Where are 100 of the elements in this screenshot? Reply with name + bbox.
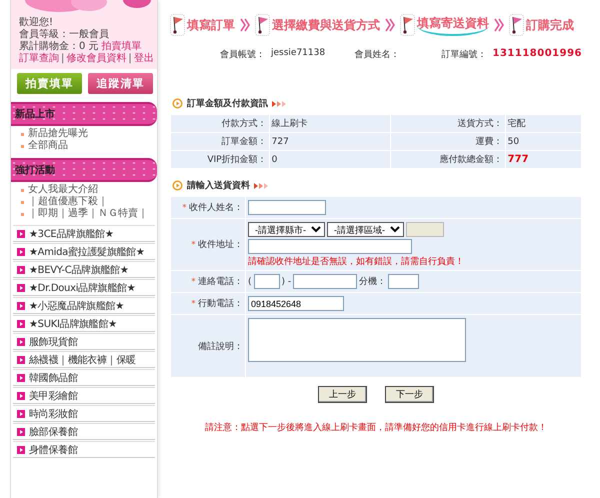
phone-number-field[interactable]: [293, 274, 358, 289]
shop-category-link[interactable]: ★BEVY-C品牌旗艦館★: [29, 262, 129, 276]
order-number-label: 訂單編號：: [442, 48, 486, 61]
required-mark: ＊: [189, 240, 198, 250]
step-button[interactable]: 下一步: [385, 386, 434, 403]
summary-label: 付款方式：: [170, 114, 270, 132]
arrow-bullet-icon: [17, 356, 25, 364]
play-circle-icon: [172, 180, 183, 191]
section-title: 請輸入送貨資料: [187, 179, 250, 192]
greeting-text: 歡迎您!: [19, 17, 54, 28]
area-code-field[interactable]: [254, 274, 280, 289]
parenthesis-text: ) -: [282, 276, 292, 286]
sidebar-link[interactable]: 女人我最大介紹: [28, 184, 98, 196]
summary-value: 727: [269, 132, 390, 150]
remarks-textarea[interactable]: [248, 318, 466, 362]
arrow-bullet-icon: [17, 410, 25, 418]
arrow-bullet-icon: [17, 320, 25, 328]
summary-label: 運費：: [390, 132, 506, 150]
sidebar-link[interactable]: 新品搶先曝光: [28, 128, 88, 140]
shop-category-link[interactable]: ★Dr.Douxi品牌旗艦館★: [29, 280, 136, 294]
arrow-bullet-icon: [17, 284, 25, 292]
summary-label: 應付款總金額：: [390, 150, 506, 168]
double-chevron-icon: [385, 17, 395, 33]
city-dropdown[interactable]: -請選擇縣市-: [248, 222, 325, 237]
account-value: jessie71138: [271, 48, 326, 60]
address-warning-text: 請確認收件地址是否無誤，如有錯誤，請需自行負責！: [248, 256, 465, 268]
district-dropdown[interactable]: -請選擇區域-: [327, 222, 404, 237]
shop-category-link[interactable]: 絲襪襪｜機能衣褲｜保暖: [29, 352, 136, 366]
member-name-label: 會員姓名：: [354, 48, 400, 61]
extension-field[interactable]: [388, 274, 420, 289]
member-link[interactable]: 訂單查詢: [19, 53, 59, 64]
double-chevron-icon: [240, 17, 250, 33]
summary-value: 0: [269, 150, 390, 168]
arrow-bullet-icon: [17, 428, 25, 436]
arrow-bullet-icon: [17, 302, 25, 310]
shop-category-link[interactable]: 臉部保養館: [29, 424, 78, 438]
step-label: 填寫訂單: [187, 17, 235, 34]
shop-category-link[interactable]: 韓國飾品館: [29, 370, 78, 384]
purchase-credit-text: 累計購物金：0 元: [19, 41, 99, 52]
triple-arrow-icon: [254, 182, 268, 188]
sidebar-link[interactable]: 全部商品: [28, 140, 68, 152]
arrow-bullet-icon: [17, 230, 25, 238]
shop-category-link[interactable]: ★Amida蜜拉護髮旗艦館★: [29, 244, 145, 258]
field-label: ＊收件人姓名：: [180, 203, 243, 213]
summary-label: 送貨方式：: [390, 114, 506, 132]
field-label: ＊行動電話：: [189, 299, 243, 309]
shop-category-link[interactable]: ★SUKI品牌旗艦館★: [29, 316, 117, 330]
required-mark: ＊: [189, 277, 198, 287]
link-separator: |: [61, 53, 64, 64]
required-mark: ＊: [189, 299, 198, 309]
step-button[interactable]: 上一步: [318, 386, 367, 403]
field-label: 備註說明：: [198, 342, 243, 352]
bullet-icon: [21, 212, 24, 216]
required-mark: ＊: [180, 203, 189, 213]
shop-category-link[interactable]: 時尚彩妝館: [29, 406, 78, 420]
order-number-value: 131118001996: [492, 48, 582, 61]
step-label: 訂購完成: [526, 17, 574, 34]
bullet-icon: [21, 188, 24, 192]
parenthesis-text: (: [248, 276, 252, 286]
step-label: 選擇繳費與送貨方式: [272, 17, 380, 34]
text-input-field[interactable]: [248, 200, 326, 215]
triple-arrow-icon: [272, 100, 286, 106]
arrow-bullet-icon: [17, 374, 25, 382]
sidebar-button[interactable]: 追蹤清單: [88, 73, 153, 94]
play-circle-icon: [172, 98, 183, 109]
bullet-icon: [21, 132, 24, 136]
member-link[interactable]: 修改會員資料: [66, 53, 126, 64]
extension-label: 分機：: [359, 276, 386, 288]
bullet-icon: [21, 200, 24, 204]
member-link[interactable]: 登出: [134, 53, 154, 64]
shop-category-link[interactable]: 美甲彩繪館: [29, 388, 78, 402]
double-chevron-icon: [494, 17, 504, 33]
summary-label: VIP折扣金額：: [170, 150, 270, 168]
shop-category-link[interactable]: ★小惡魔品牌旗艦館★: [29, 298, 124, 312]
link-separator: |: [128, 53, 132, 64]
arrow-bullet-icon: [17, 338, 25, 346]
sidebar-link[interactable]: ｜超值優惠下殺｜: [28, 196, 108, 208]
section-header: 新品上市: [11, 102, 157, 126]
notice-text: 請注意：點選下一步後將進入線上刷卡畫面，請準備好您的信用卡進行線上刷卡付款！: [204, 422, 548, 434]
text-input-field[interactable]: 0918452648: [248, 296, 344, 311]
account-label: 會員帳號：: [220, 48, 265, 61]
summary-value: 線上刷卡: [269, 114, 390, 132]
field-label: ＊收件地址：: [189, 240, 243, 250]
arrow-bullet-icon: [17, 248, 25, 256]
shop-category-link[interactable]: 服飾現貨館: [29, 334, 78, 348]
summary-value: 宅配: [505, 114, 582, 132]
summary-value: 50: [505, 132, 582, 150]
address-input-field[interactable]: [248, 239, 412, 254]
section-header: 強打活動: [11, 158, 157, 182]
arrow-bullet-icon: [17, 446, 25, 454]
sidebar-link[interactable]: ｜即期｜過季｜ＮＧ特賣｜: [28, 208, 148, 220]
shop-category-link[interactable]: ★3CE品牌旗艦館★: [29, 226, 114, 240]
auction-form-link[interactable]: 拍賣填單: [102, 41, 142, 52]
field-label: ＊連絡電話：: [189, 277, 243, 287]
arrow-bullet-icon: [17, 266, 25, 274]
section-title: 訂單金額及付款資訊: [187, 97, 268, 110]
bullet-icon: [21, 144, 24, 148]
member-level-text: 會員等級：一般會員: [19, 29, 110, 40]
summary-label: 訂單金額：: [170, 132, 270, 150]
shop-category-link[interactable]: 身體保養館: [29, 442, 78, 456]
